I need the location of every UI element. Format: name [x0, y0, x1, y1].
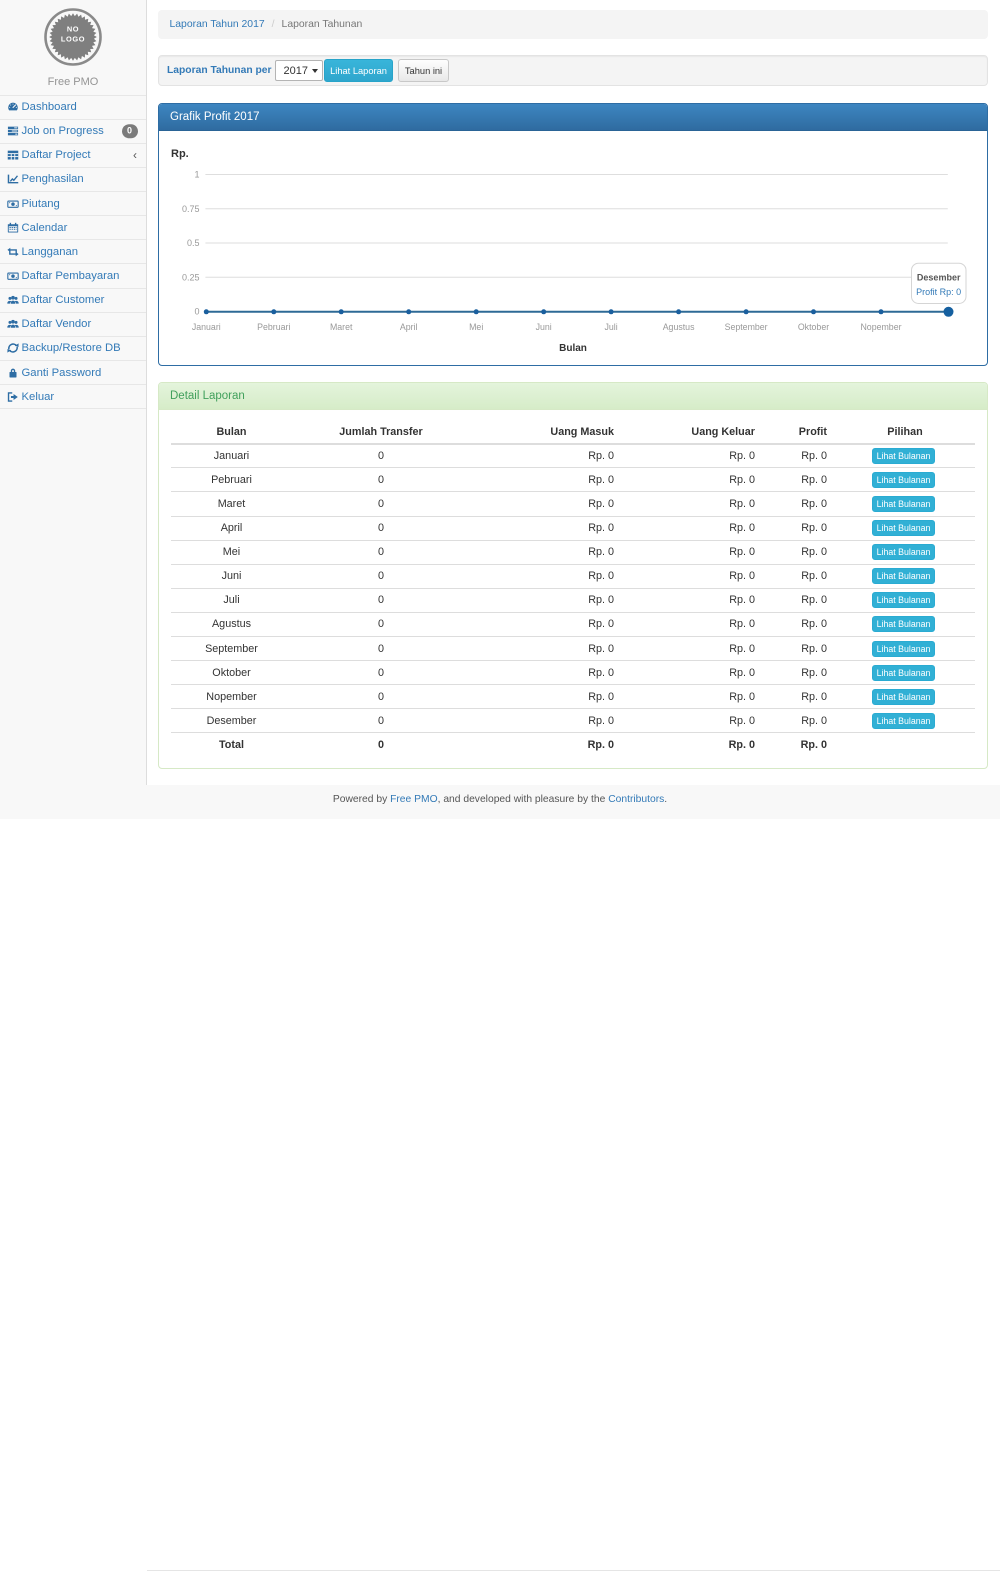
svg-text:Juli: Juli — [604, 322, 617, 332]
svg-text:Bulan: Bulan — [559, 343, 587, 354]
svg-text:LOGO: LOGO — [61, 34, 85, 43]
svg-text:Desember: Desember — [917, 273, 961, 283]
svg-text:0: 0 — [194, 307, 199, 317]
svg-text:Maret: Maret — [330, 322, 353, 332]
svg-text:Januari: Januari — [192, 322, 221, 332]
svg-text:Nopember: Nopember — [860, 322, 901, 332]
svg-text:September: September — [725, 322, 768, 332]
svg-text:Agustus: Agustus — [663, 322, 695, 332]
svg-text:April: April — [400, 322, 418, 332]
svg-text:Oktober: Oktober — [798, 322, 829, 332]
svg-text:Mei: Mei — [469, 322, 483, 332]
svg-text:0.25: 0.25 — [182, 272, 200, 282]
svg-text:Pebruari: Pebruari — [257, 322, 290, 332]
svg-text:0.5: 0.5 — [187, 238, 200, 248]
svg-text:Juni: Juni — [536, 322, 552, 332]
svg-text:NO: NO — [67, 25, 79, 34]
svg-text:0.75: 0.75 — [182, 204, 200, 214]
svg-text:Rp.: Rp. — [171, 148, 189, 160]
svg-text:1: 1 — [194, 170, 199, 180]
svg-text:Profit Rp: 0: Profit Rp: 0 — [916, 287, 961, 297]
